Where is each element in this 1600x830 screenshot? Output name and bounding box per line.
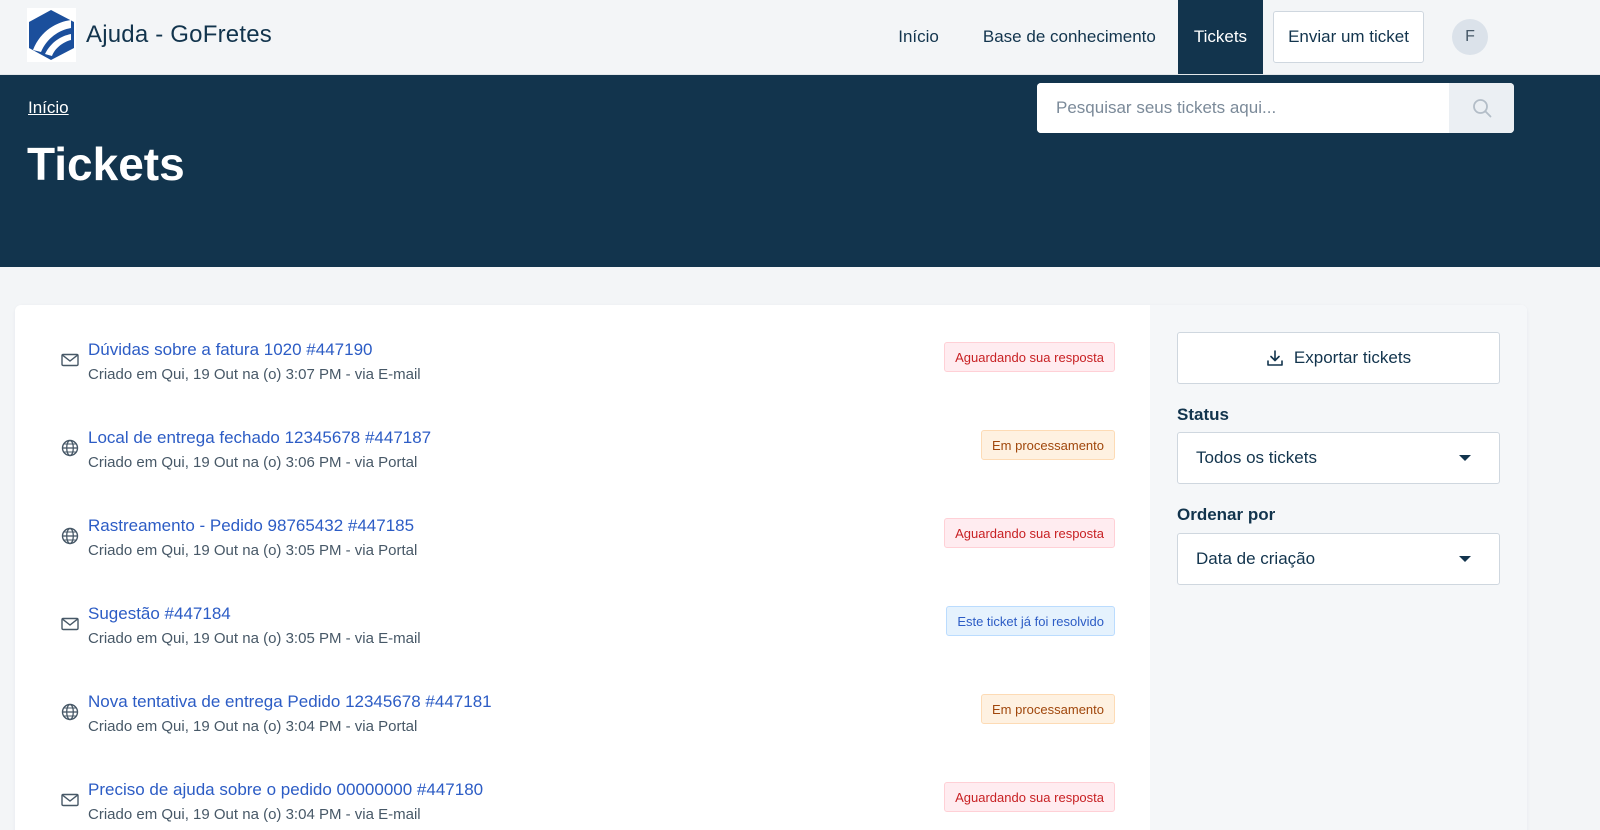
status-select[interactable]: Todos os tickets xyxy=(1177,432,1500,484)
user-avatar[interactable]: F xyxy=(1452,19,1488,55)
globe-icon xyxy=(60,438,80,458)
globe-icon xyxy=(60,702,80,722)
ticket-meta: Criado em Qui, 19 Out na (o) 3:04 PM - v… xyxy=(88,806,421,823)
ticket-list: Dúvidas sobre a fatura 1020 #447190 Criad… xyxy=(60,340,1115,830)
submit-ticket-button[interactable]: Enviar um ticket xyxy=(1273,11,1424,63)
caret-down-icon xyxy=(1459,556,1471,562)
ticket-title-link[interactable]: Nova tentativa de entrega Pedido 1234567… xyxy=(88,692,492,712)
search-input[interactable] xyxy=(1037,83,1449,133)
ticket-meta: Criado em Qui, 19 Out na (o) 3:05 PM - v… xyxy=(88,630,421,647)
status-badge: Aguardando sua resposta xyxy=(944,782,1115,812)
top-navbar: Ajuda - GoFretes Início Base de conhecim… xyxy=(0,0,1600,75)
brand-title: Ajuda - GoFretes xyxy=(86,21,272,48)
status-badge: Aguardando sua resposta xyxy=(944,342,1115,372)
main-nav: Início Base de conhecimento Tickets Envi… xyxy=(876,0,1600,74)
status-select-value: Todos os tickets xyxy=(1196,448,1317,467)
status-badge: Aguardando sua resposta xyxy=(944,518,1115,548)
ticket-row: Rastreamento - Pedido 98765432 #447185 Cr… xyxy=(60,516,1115,604)
ticket-row: Nova tentativa de entrega Pedido 1234567… xyxy=(60,692,1115,780)
nav-tickets[interactable]: Tickets xyxy=(1177,0,1264,74)
status-label: Status xyxy=(1177,405,1229,424)
ticket-meta: Criado em Qui, 19 Out na (o) 3:07 PM - v… xyxy=(88,366,421,383)
ticket-row: Preciso de ajuda sobre o pedido 00000000… xyxy=(60,780,1115,830)
search-button[interactable] xyxy=(1449,83,1514,133)
mail-icon xyxy=(60,614,80,634)
ticket-meta: Criado em Qui, 19 Out na (o) 3:05 PM - v… xyxy=(88,542,418,559)
export-tickets-button[interactable]: Exportar tickets xyxy=(1177,332,1500,384)
ticket-row: Local de entrega fechado 12345678 #44718… xyxy=(60,428,1115,516)
nav-knowledge-base[interactable]: Base de conhecimento xyxy=(961,0,1178,74)
mail-icon xyxy=(60,350,80,370)
status-badge: Em processamento xyxy=(981,430,1115,460)
download-icon xyxy=(1267,350,1283,366)
ticket-title-link[interactable]: Rastreamento - Pedido 98765432 #447185 xyxy=(88,516,414,536)
mail-icon xyxy=(60,790,80,810)
ticket-row: Dúvidas sobre a fatura 1020 #447190 Criad… xyxy=(60,340,1115,428)
caret-down-icon xyxy=(1459,455,1471,461)
breadcrumb-home[interactable]: Início xyxy=(28,98,69,118)
globe-icon xyxy=(60,526,80,546)
ticket-title-link[interactable]: Sugestão #447184 xyxy=(88,604,231,624)
export-label: Exportar tickets xyxy=(1293,348,1412,367)
gofretes-logo xyxy=(27,8,76,62)
status-badge: Este ticket já foi resolvido xyxy=(946,606,1115,636)
ticket-meta: Criado em Qui, 19 Out na (o) 3:04 PM - v… xyxy=(88,718,418,735)
search-icon xyxy=(1472,99,1491,118)
sort-select[interactable]: Data de criação xyxy=(1177,533,1500,585)
ticket-meta: Criado em Qui, 19 Out na (o) 3:06 PM - v… xyxy=(88,454,418,471)
brand[interactable]: Ajuda - GoFretes xyxy=(27,8,272,62)
ticket-search xyxy=(1037,83,1514,133)
page-title: Tickets xyxy=(27,138,185,190)
ticket-title-link[interactable]: Preciso de ajuda sobre o pedido 00000000… xyxy=(88,780,483,800)
page-header: Início Tickets xyxy=(0,75,1600,267)
filters-sidebar: Exportar tickets Status Todos os tickets… xyxy=(1150,305,1527,830)
ticket-row: Sugestão #447184 Criado em Qui, 19 Out na… xyxy=(60,604,1115,692)
sort-label: Ordenar por xyxy=(1177,505,1276,524)
tickets-card: Dúvidas sobre a fatura 1020 #447190 Criad… xyxy=(15,305,1527,830)
sort-select-value: Data de criação xyxy=(1196,549,1316,568)
nav-home[interactable]: Início xyxy=(876,0,961,74)
ticket-title-link[interactable]: Local de entrega fechado 12345678 #44718… xyxy=(88,428,431,448)
status-badge: Em processamento xyxy=(981,694,1115,724)
ticket-title-link[interactable]: Dúvidas sobre a fatura 1020 #447190 xyxy=(88,340,372,360)
